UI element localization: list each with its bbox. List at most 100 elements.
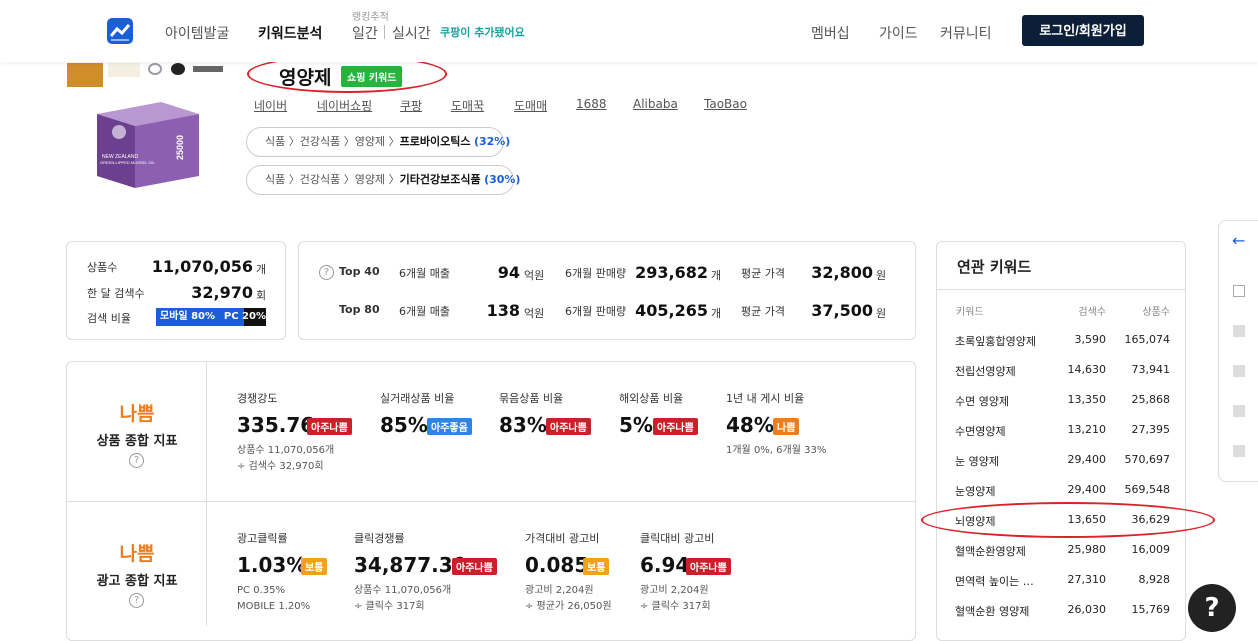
related-keyword[interactable]: 수면 영양제	[955, 393, 1009, 409]
category-percent: (32%)	[473, 135, 511, 148]
click-competition-sub: 상품수 11,070,056개	[354, 585, 452, 596]
pc-ratio: PC 20%	[223, 311, 266, 322]
related-product-count: 8,928	[1138, 573, 1171, 586]
category-crumb: 영양제	[354, 135, 386, 148]
related-product-count: 25,868	[1131, 393, 1171, 406]
top-header: 아이템발굴 키워드분석 랭킹추적 일간 실시간 쿠팡이 추가됐어요 멤버십 가이…	[0, 0, 1258, 62]
monthly-search-unit: 회	[256, 289, 267, 302]
nav-item-guide[interactable]: 가이드	[879, 23, 918, 43]
certification-icon	[171, 63, 185, 75]
recent-post-tag: 나쁨	[773, 418, 800, 435]
real-trade-label: 실거래상품 비율	[380, 392, 455, 405]
link-domeme[interactable]: 도매매	[514, 97, 547, 114]
help-icon[interactable]: ?	[319, 265, 334, 280]
coupang-added-note[interactable]: 쿠팡이 추가됐어요	[440, 24, 525, 40]
category-path-2[interactable]: 식품 〉건강식품 〉영양제 〉기타건강보조식품 (30%)	[246, 165, 520, 195]
link-1688[interactable]: 1688	[576, 97, 607, 111]
related-product-count: 27,395	[1131, 423, 1171, 436]
related-keyword[interactable]: 눈영양제	[955, 483, 995, 499]
related-search-count: 13,350	[1067, 393, 1107, 406]
category-path-1[interactable]: 식품 〉건강식품 〉영양제 〉프로바이오틱스 (32%)	[246, 127, 510, 157]
bundle-value: 83%	[499, 413, 547, 437]
link-naver-shopping[interactable]: 네이버쇼핑	[317, 97, 372, 114]
link-domeggook[interactable]: 도매꾹	[451, 97, 484, 114]
nav-item-realtime[interactable]: 실시간	[392, 23, 431, 43]
divider	[937, 289, 1185, 290]
link-alibaba[interactable]: Alibaba	[633, 97, 678, 111]
price-adcost-tag: 보통	[583, 558, 610, 575]
click-adcost-value: 6.94	[640, 553, 690, 577]
thumbnail-image[interactable]	[108, 63, 140, 77]
category-crumb: 식품	[265, 135, 286, 148]
checkbox[interactable]	[1233, 445, 1245, 457]
competition-value: 335.76	[237, 413, 315, 437]
related-keyword[interactable]: 면역력 높이는 …	[955, 573, 1034, 589]
top80-price-unit: 원	[876, 307, 887, 320]
brand-logo-icon[interactable]	[107, 18, 133, 44]
help-icon[interactable]: ?	[129, 453, 144, 468]
link-taobao[interactable]: TaoBao	[704, 97, 747, 111]
certification-icon	[193, 66, 223, 72]
product-image[interactable]: NEW ZEALAND GREEN-LIPPED MUSSEL OIL 2500…	[91, 100, 203, 190]
bundle-tag: 아주나쁨	[546, 418, 591, 435]
related-keyword[interactable]: 전립선영양제	[955, 363, 1016, 379]
certification-icon	[148, 63, 162, 75]
related-search-count: 26,030	[1067, 603, 1107, 616]
nav-item-membership[interactable]: 멤버십	[811, 23, 850, 43]
checkbox[interactable]	[1233, 405, 1245, 417]
category-crumb: 영양제	[354, 173, 386, 186]
thumbnail-image[interactable]	[67, 63, 103, 87]
related-product-count: 16,009	[1131, 543, 1171, 556]
top-sales-box	[298, 241, 916, 340]
click-adcost-label: 클릭대비 광고비	[640, 532, 715, 545]
divider	[67, 501, 915, 502]
nav-item-daily[interactable]: 일간	[352, 23, 378, 43]
nav-item-find-items[interactable]: 아이템발굴	[165, 23, 229, 43]
category-crumb: 식품	[265, 173, 286, 186]
real-trade-tag: 아주좋음	[427, 418, 472, 435]
nav-item-keyword-analysis[interactable]: 키워드분석	[258, 23, 322, 43]
recent-post-label: 1년 내 게시 비율	[726, 392, 805, 405]
checkbox[interactable]	[1233, 285, 1245, 297]
help-icon[interactable]: ?	[129, 593, 144, 608]
link-coupang[interactable]: 쿠팡	[400, 97, 422, 114]
top80-qty-value: 405,265	[635, 301, 708, 320]
top80-label: Top 80	[339, 303, 380, 316]
competition-label: 경쟁강도	[237, 392, 278, 405]
back-arrow-icon[interactable]: ←	[1232, 231, 1245, 250]
related-header-keyword: 키워드	[956, 307, 984, 318]
link-naver[interactable]: 네이버	[254, 97, 287, 114]
checkbox[interactable]	[1233, 325, 1245, 337]
checkbox[interactable]	[1233, 365, 1245, 377]
click-adcost-sub: 광고비 2,204원	[640, 585, 709, 596]
related-header-search: 검색수	[1078, 307, 1106, 318]
related-search-count: 3,590	[1074, 333, 1107, 346]
product-count-value: 11,070,056	[151, 257, 253, 276]
related-keyword[interactable]: 혈액순환 영양제	[955, 603, 1029, 619]
real-trade-value: 85%	[380, 413, 428, 437]
nav-divider	[384, 25, 385, 39]
nav-ranking-label: 랭킹추적	[352, 12, 389, 23]
help-button[interactable]: ?	[1188, 584, 1236, 632]
top40-qty-value: 293,682	[635, 263, 708, 282]
related-product-count: 15,769	[1131, 603, 1171, 616]
category-percent: (30%)	[484, 173, 521, 186]
related-product-count: 73,941	[1131, 363, 1171, 376]
overseas-label: 해외상품 비율	[619, 392, 684, 405]
product-count-unit: 개	[256, 263, 267, 276]
related-keyword[interactable]: 눈 영양제	[955, 453, 999, 469]
login-signup-button[interactable]: 로그인/회원가입	[1022, 15, 1144, 46]
related-search-count: 14,630	[1067, 363, 1107, 376]
top80-price-value: 37,500	[811, 301, 873, 320]
category-leaf: 프로바이오틱스	[399, 135, 471, 148]
related-keyword[interactable]: 혈액순환영양제	[955, 543, 1026, 559]
red-annotation-ellipse	[921, 502, 1215, 538]
nav-item-community[interactable]: 커뮤니티	[940, 23, 992, 43]
competition-sub: ÷ 검색수 32,970회	[237, 461, 324, 472]
ad-ctr-tag: 보통	[301, 558, 328, 575]
related-keyword[interactable]: 수면영양제	[955, 423, 1006, 439]
price-adcost-label: 가격대비 광고비	[525, 532, 600, 545]
related-keyword[interactable]: 초록잎홍합영양제	[955, 333, 1036, 349]
top80-sales-label: 6개월 매출	[399, 305, 450, 318]
search-ratio-bar: 모바일 80% PC 20%	[156, 308, 266, 326]
